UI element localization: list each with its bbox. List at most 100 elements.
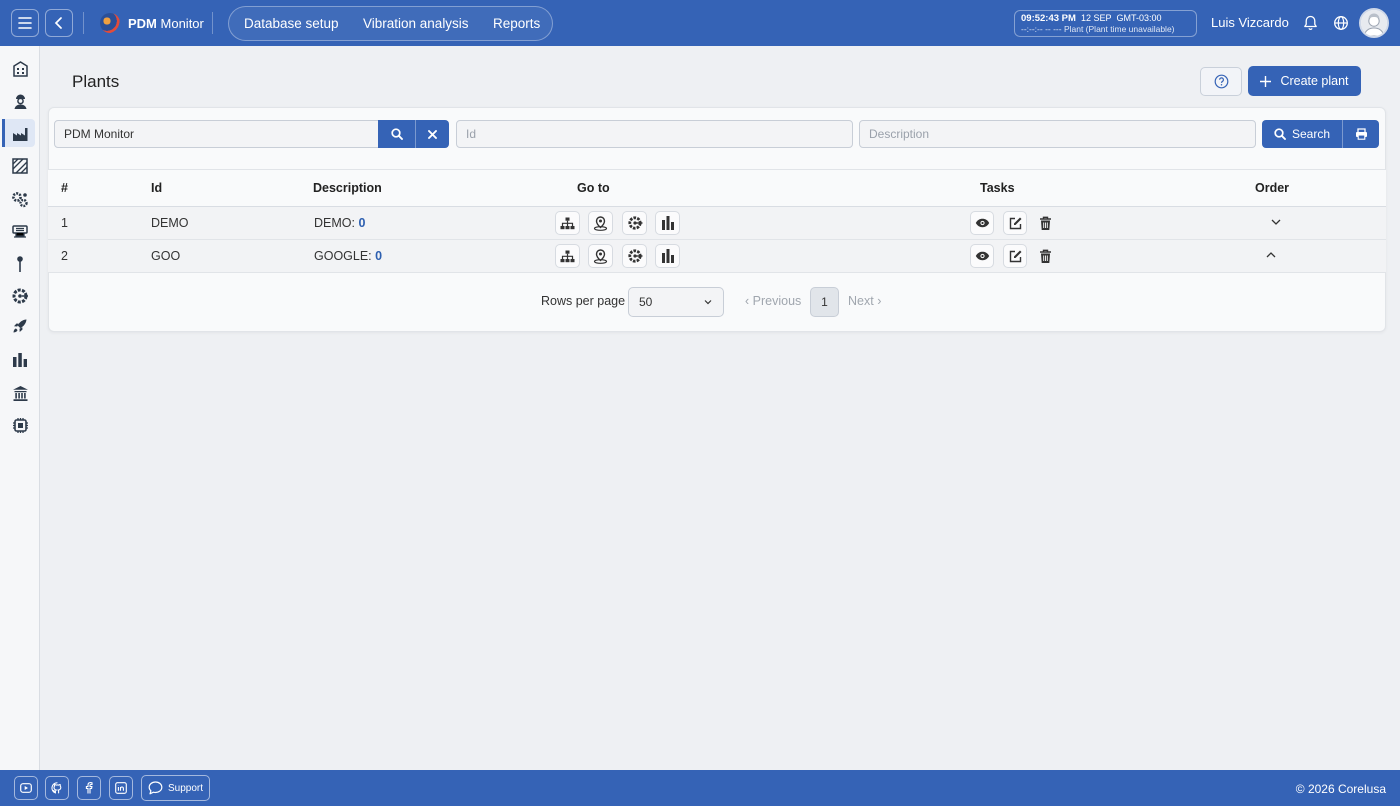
sidebar-item-sensors[interactable] <box>5 282 35 310</box>
notifications-button[interactable] <box>1300 13 1320 33</box>
sidebar-item-devices[interactable] <box>5 411 35 439</box>
menu-toggle-button[interactable] <box>11 9 39 37</box>
eye-icon <box>975 218 989 228</box>
bar-chart-icon <box>13 353 27 367</box>
linkedin-link[interactable] <box>109 776 133 800</box>
row-count-link[interactable]: 0 <box>375 249 382 263</box>
point-icon <box>17 256 23 272</box>
back-button[interactable] <box>45 9 73 37</box>
top-bar: PDM Monitor Database setup Vibration ana… <box>0 0 1400 46</box>
chip-icon <box>12 417 28 433</box>
rows-per-page-value: 50 <box>639 295 653 309</box>
sensor-icon <box>627 249 642 263</box>
page-1-button[interactable]: 1 <box>810 287 839 317</box>
previous-page-button[interactable]: ‹ Previous <box>745 294 801 308</box>
sidebar-item-equipment[interactable] <box>5 217 35 245</box>
delete-button[interactable] <box>1033 211 1057 235</box>
linkedin-icon <box>115 782 127 794</box>
table-header: # Id Description Go to Tasks Order <box>48 169 1386 207</box>
create-plant-button[interactable]: Create plant <box>1248 66 1361 96</box>
plant-time: --:--:-- -- --- Plant (Plant time unavai… <box>1021 24 1175 34</box>
edit-icon <box>1009 250 1021 262</box>
nav-vibration-analysis[interactable]: Vibration analysis <box>363 16 469 31</box>
create-plant-label: Create plant <box>1280 74 1349 88</box>
divider <box>83 12 84 34</box>
clock-time: 09:52:43 PM <box>1021 13 1076 24</box>
search-button-label: Search <box>1291 127 1331 141</box>
sidebar-item-machines[interactable] <box>5 185 35 213</box>
company-search-button[interactable] <box>378 120 415 148</box>
sidebar-item-institutions[interactable] <box>5 379 35 407</box>
facebook-link[interactable] <box>77 776 101 800</box>
search-icon <box>390 128 403 140</box>
printer-icon <box>1355 128 1367 140</box>
view-button[interactable] <box>970 211 994 235</box>
column-header-tasks: Tasks <box>980 181 1015 195</box>
goto-hierarchy-button[interactable] <box>555 244 580 268</box>
column-header-id: Id <box>151 181 163 195</box>
youtube-link[interactable] <box>14 776 38 800</box>
github-link[interactable] <box>45 776 69 800</box>
chevron-right-icon: › <box>877 294 882 308</box>
goto-location-button[interactable] <box>588 244 613 268</box>
user-name[interactable]: Luis Vizcardo <box>1211 15 1289 30</box>
area-icon <box>12 158 28 174</box>
trash-icon <box>1039 216 1051 230</box>
company-filter-input[interactable]: PDM Monitor <box>54 120 379 148</box>
goto-sensors-button[interactable] <box>622 244 647 268</box>
sensor-icon <box>627 216 642 230</box>
sidebar-item-reports[interactable] <box>5 346 35 374</box>
order-down-button[interactable] <box>1270 216 1282 231</box>
sidebar-item-users[interactable] <box>5 87 35 115</box>
app-logo <box>100 13 120 33</box>
app-brand[interactable]: PDM Monitor <box>100 13 204 33</box>
company-clear-button[interactable] <box>415 120 449 148</box>
factory-icon <box>12 127 27 141</box>
nav-reports[interactable]: Reports <box>493 16 540 31</box>
table-row: 1 DEMO DEMO: 0 <box>48 207 1386 240</box>
sidebar-item-launch[interactable] <box>5 312 35 340</box>
user-avatar[interactable] <box>1359 8 1389 38</box>
edit-button[interactable] <box>1003 244 1027 268</box>
nav-database-setup[interactable]: Database setup <box>244 16 339 31</box>
help-button[interactable] <box>1200 67 1242 96</box>
language-button[interactable] <box>1331 13 1351 33</box>
column-header-description: Description <box>313 181 382 195</box>
delete-button[interactable] <box>1033 244 1057 268</box>
map-pin-icon <box>593 248 608 264</box>
close-icon <box>428 129 437 139</box>
chevron-down-icon <box>704 300 712 305</box>
search-button[interactable]: Search <box>1262 120 1342 148</box>
hierarchy-icon <box>560 250 575 262</box>
question-circle-icon <box>1214 74 1228 89</box>
chevron-down-icon <box>1271 219 1281 225</box>
sidebar-item-plants[interactable] <box>2 119 35 147</box>
row-count-link[interactable]: 0 <box>358 216 365 230</box>
clock-date: 12 SEP <box>1080 13 1112 23</box>
column-header-goto: Go to <box>577 181 610 195</box>
order-up-button[interactable] <box>1265 249 1277 264</box>
goto-hierarchy-button[interactable] <box>555 211 580 235</box>
bar-chart-icon <box>661 216 674 230</box>
trash-icon <box>1039 249 1051 263</box>
globe-icon <box>1334 16 1348 30</box>
sidebar-item-points[interactable] <box>5 250 35 278</box>
sidebar-item-areas[interactable] <box>5 152 35 180</box>
building-icon <box>12 60 28 77</box>
print-button[interactable] <box>1342 120 1379 148</box>
goto-reports-button[interactable] <box>655 244 680 268</box>
view-button[interactable] <box>970 244 994 268</box>
edit-button[interactable] <box>1003 211 1027 235</box>
goto-reports-button[interactable] <box>655 211 680 235</box>
goto-location-button[interactable] <box>588 211 613 235</box>
sidebar-item-companies[interactable] <box>5 54 35 82</box>
rows-per-page-select[interactable]: 50 <box>628 287 724 317</box>
id-filter-input[interactable]: Id <box>456 120 853 148</box>
chevron-left-icon: ‹ <box>745 294 750 308</box>
rocket-icon <box>13 319 27 333</box>
next-page-button[interactable]: Next › <box>848 294 881 308</box>
goto-sensors-button[interactable] <box>622 211 647 235</box>
row-description: GOOGLE: 0 <box>314 249 383 263</box>
description-filter-input[interactable]: Description <box>859 120 1256 148</box>
support-button[interactable]: Support <box>141 775 210 801</box>
